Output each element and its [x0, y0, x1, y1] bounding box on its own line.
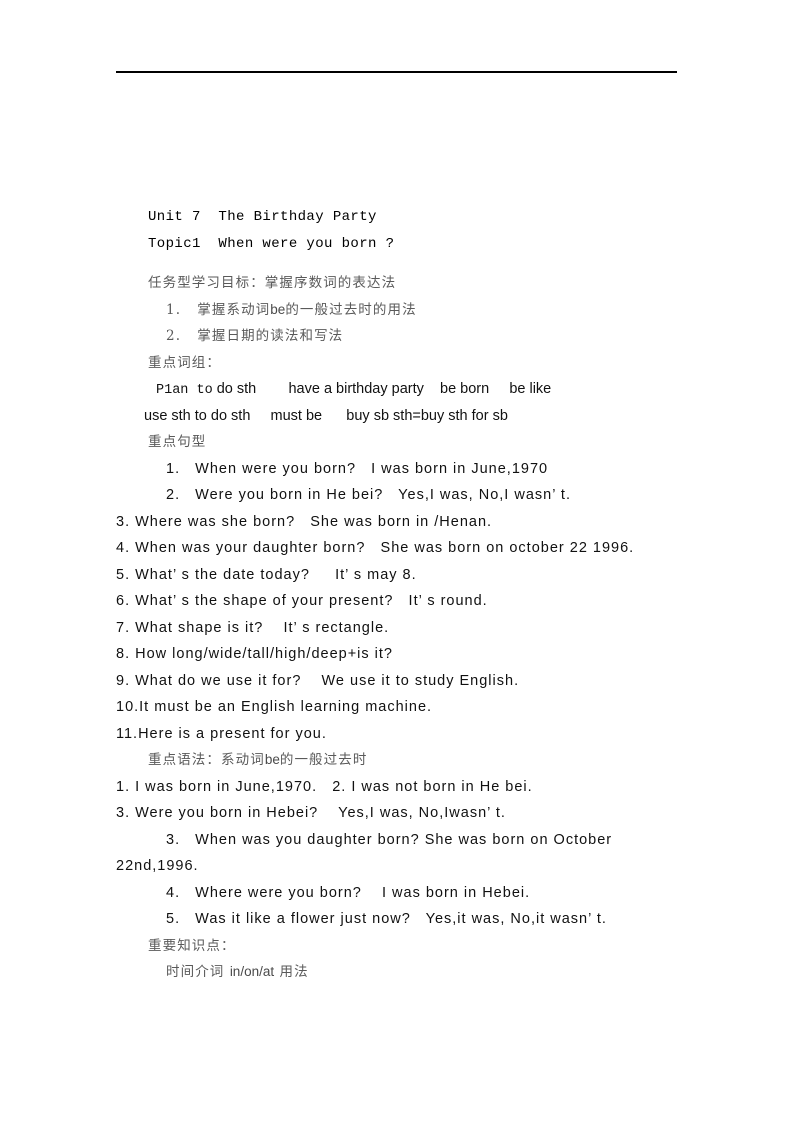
- keypoints-heading: 重要知识点：: [148, 937, 236, 954]
- objective-heading: 任务型学习目标：掌握序数词的表达法: [148, 275, 397, 291]
- phrase-line: use sth to do sth must be buy sb sth=buy…: [116, 403, 716, 430]
- document-body: Unit 7 The Birthday Party Topic1 When we…: [116, 204, 716, 986]
- keypoint-item: 时间介词 in/on/at 用法: [116, 959, 716, 986]
- sentence-item: 9. What do we use it for? We use it to s…: [116, 672, 520, 689]
- grammar-line: 4. Where were you born? I was born in He…: [166, 884, 531, 901]
- grammar-line: 5. Was it like a flower just now? Yes,it…: [166, 911, 607, 927]
- objective-item: 2. 掌握日期的读法和写法: [116, 323, 716, 350]
- grammar-heading-before: 重点语法：系动词: [148, 752, 265, 768]
- phrases-heading: 重点词组：: [148, 354, 221, 371]
- sentence-item: 4. When was your daughter born? She was …: [116, 540, 635, 556]
- phrase-rest-fragment: do sth have a birthday party be born be …: [212, 381, 552, 397]
- sentence-item: 3. Where was she born? She was born in /…: [116, 513, 493, 530]
- grammar-line: 3. When was you daughter born? She was b…: [166, 831, 613, 848]
- sentence-item: 6. What’ s the shape of your present? It…: [116, 593, 488, 609]
- grammar-line-wrap: 22nd,1996.: [116, 858, 199, 874]
- sentence-item: 10.It must be an English learning machin…: [116, 699, 433, 715]
- objective-item: 1. 掌握系动词be的一般过去时的用法: [116, 297, 716, 324]
- objective-text-before: 掌握日期的读法和写法: [197, 328, 344, 344]
- sentence-item: 7. What shape is it? It’ s rectangle.: [116, 619, 390, 636]
- document-page: Unit 7 The Birthday Party Topic1 When we…: [0, 0, 794, 1123]
- objective-number: 1.: [166, 301, 182, 318]
- grammar-heading-after: 的一般过去时: [279, 752, 368, 768]
- objective-text-before: 掌握系动词: [197, 301, 271, 318]
- grammar-line: 3. Were you born in Hebei? Yes,I was, No…: [116, 805, 506, 821]
- objective-en-term: be: [270, 301, 286, 317]
- topic-title-line: Topic1 When were you born ?: [148, 235, 395, 252]
- keypoint-text-before: 时间介词: [166, 964, 225, 980]
- sentence-item: 1. When were you born? I was born in Jun…: [166, 460, 549, 477]
- objective-text-after: 的一般过去时的用法: [285, 301, 417, 318]
- sentence-item: 2. Were you born in He bei? Yes,I was, N…: [166, 487, 571, 503]
- grammar-heading-en-term: be: [264, 752, 280, 767]
- sentence-item: 8. How long/wide/tall/high/deep+is it?: [116, 646, 393, 662]
- phrase-mono-fragment: P1an to: [156, 383, 213, 398]
- keypoint-en-term: in/on/at: [229, 964, 275, 979]
- phrase-line: P1an to do sth have a birthday party be …: [116, 376, 716, 403]
- keypoint-text-after: 用法: [279, 964, 309, 980]
- header-rule: [116, 71, 677, 73]
- phrase-rest-fragment: use sth to do sth must be buy sb sth=buy…: [144, 407, 508, 424]
- sentences-heading: 重点句型: [148, 434, 207, 450]
- grammar-heading: 重点语法：系动词be的一般过去时: [116, 747, 716, 774]
- objective-number: 2.: [166, 328, 182, 344]
- unit-title-line: Unit 7 The Birthday Party: [148, 209, 377, 225]
- sentence-item: 5. What’ s the date today? It’ s may 8.: [116, 566, 417, 583]
- grammar-line: 1. I was born in June,1970. 2. I was not…: [116, 778, 533, 795]
- sentence-item: 11.Here is a present for you.: [116, 725, 327, 742]
